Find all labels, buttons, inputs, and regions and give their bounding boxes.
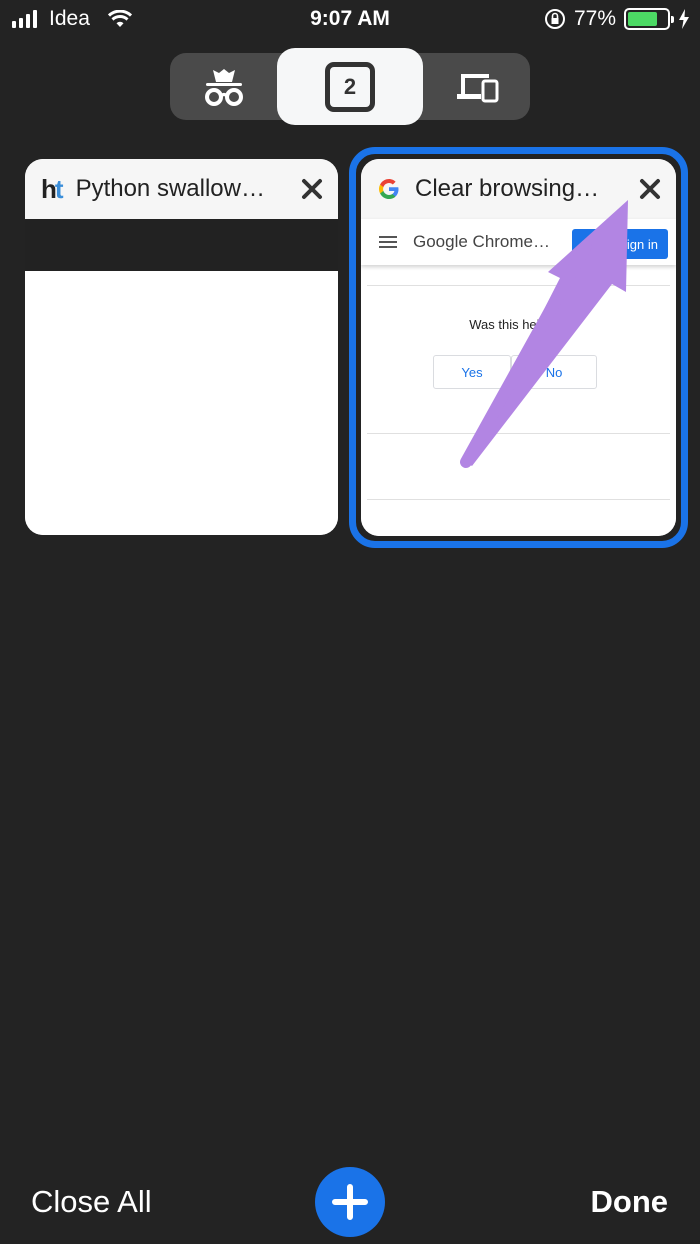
preview-signin-button: Sign in bbox=[572, 229, 668, 259]
divider bbox=[367, 499, 670, 500]
close-icon bbox=[302, 179, 322, 199]
tab-title: Clear browsing… bbox=[415, 175, 600, 202]
incognito-icon bbox=[205, 68, 243, 106]
status-bar: Idea 9:07 AM 77% bbox=[0, 0, 700, 40]
plus-icon bbox=[332, 1184, 368, 1220]
other-devices-segment[interactable] bbox=[423, 53, 530, 120]
tab-card[interactable]: ht Python swallow… bbox=[25, 159, 338, 535]
tab-card-selected[interactable]: Clear browsing… Google Chrome… Sign in W… bbox=[361, 159, 676, 536]
devices-icon bbox=[456, 73, 498, 102]
tab-preview: Google Chrome… Sign in Was this helpful?… bbox=[361, 219, 676, 536]
preview-page-header: Google Chrome… Sign in bbox=[361, 219, 676, 265]
preview-no-button: No bbox=[511, 355, 597, 389]
incognito-tabs-segment[interactable] bbox=[170, 53, 278, 120]
close-tab-button[interactable] bbox=[636, 175, 664, 203]
new-tab-button[interactable] bbox=[315, 1167, 385, 1237]
bottom-toolbar: Close All Done bbox=[0, 1162, 700, 1244]
tab-preview bbox=[25, 271, 338, 535]
selected-tab-highlight: Clear browsing… Google Chrome… Sign in W… bbox=[349, 147, 688, 548]
charging-bolt-icon bbox=[679, 9, 689, 29]
tab-card-header: Clear browsing… bbox=[361, 159, 676, 219]
divider bbox=[367, 285, 670, 286]
regular-tabs-segment[interactable]: 2 bbox=[277, 48, 423, 125]
tab-title: Python swallow… bbox=[75, 175, 265, 202]
menu-icon bbox=[379, 236, 397, 248]
done-button[interactable]: Done bbox=[591, 1184, 669, 1220]
divider bbox=[367, 433, 670, 434]
orientation-lock-icon bbox=[544, 9, 565, 29]
battery-percent: 77% bbox=[573, 7, 616, 30]
preview-yes-button: Yes bbox=[433, 355, 511, 389]
close-tab-button[interactable] bbox=[298, 175, 326, 203]
tab-card-header: ht Python swallow… bbox=[25, 159, 338, 219]
tab-group-switcher: 2 bbox=[170, 48, 530, 125]
close-icon bbox=[640, 179, 660, 199]
tab-grid: ht Python swallow… Clear browsing… Googl… bbox=[0, 136, 700, 1162]
google-g-icon bbox=[379, 179, 399, 199]
preview-page-title: Google Chrome… bbox=[413, 232, 551, 251]
battery-icon bbox=[624, 8, 674, 30]
ht-favicon-icon: ht bbox=[41, 173, 63, 204]
status-right: 77% bbox=[544, 7, 690, 31]
tab-count-badge: 2 bbox=[325, 61, 375, 112]
preview-feedback-question: Was this helpful? bbox=[469, 317, 568, 332]
tab-switcher-header: 2 bbox=[0, 40, 700, 136]
tab-preview-header bbox=[25, 219, 338, 271]
close-all-button[interactable]: Close All bbox=[31, 1184, 152, 1220]
